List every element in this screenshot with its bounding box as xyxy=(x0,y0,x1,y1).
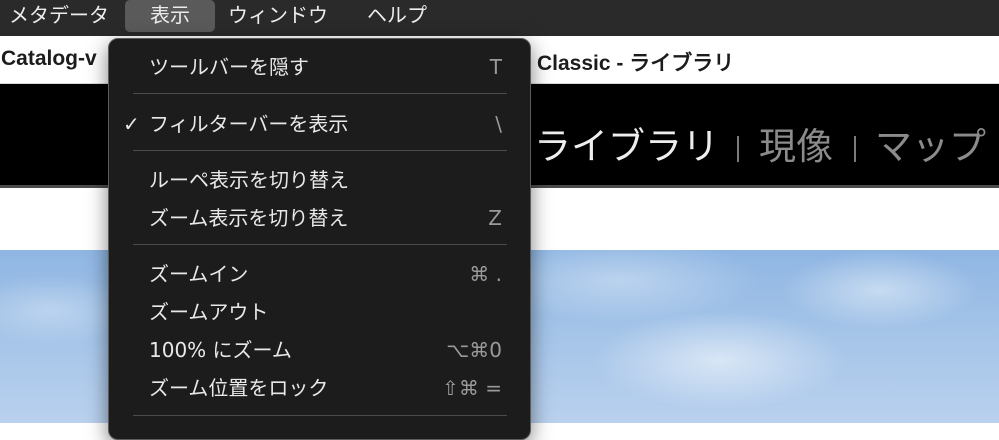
module-separator xyxy=(854,136,856,162)
menu-item-shortcut: \ xyxy=(495,112,502,136)
menu-item-label: ルーペ表示を切り替え xyxy=(149,168,349,192)
menubar-item-window[interactable]: ウィンドウ xyxy=(228,0,328,32)
menu-item-toggle-loupe[interactable]: ルーペ表示を切り替え xyxy=(109,163,528,197)
module-separator xyxy=(737,136,739,162)
menu-item-shortcut: ⌘ . xyxy=(469,262,502,286)
menu-item-zoom-out[interactable]: ズームアウト xyxy=(109,295,528,329)
menu-item-label: ツールバーを隠す xyxy=(149,55,309,79)
menubar-item-view[interactable]: 表示 xyxy=(125,0,215,32)
menu-separator xyxy=(133,150,507,151)
window-title-left: Catalog-v xyxy=(1,47,97,70)
menu-item-shortcut: ⇧⌘ = xyxy=(442,376,502,400)
menu-item-zoom-100[interactable]: 100% にズーム ⌥⌘0 xyxy=(109,333,528,367)
menu-item-show-filter-bar[interactable]: ✓ フィルターバーを表示 \ xyxy=(109,107,528,141)
menu-item-lock-zoom-position[interactable]: ズーム位置をロック ⇧⌘ = xyxy=(109,371,528,405)
menu-bar: メタデータ 表示 ウィンドウ ヘルプ xyxy=(0,0,999,36)
menubar-item-metadata[interactable]: メタデータ xyxy=(9,0,109,32)
menu-item-toggle-zoom[interactable]: ズーム表示を切り替え Z xyxy=(109,201,528,235)
menu-item-label: 100% にズーム xyxy=(149,338,292,362)
module-library[interactable]: ライブラリ xyxy=(534,125,719,169)
menu-item-label: ズームイン xyxy=(149,262,249,286)
menu-item-label: ズーム表示を切り替え xyxy=(149,206,349,230)
window-title-right: Classic - ライブラリ xyxy=(537,52,735,75)
menu-item-label: ズームアウト xyxy=(149,300,269,324)
menu-separator xyxy=(133,244,507,245)
menu-item-shortcut: ⌥⌘0 xyxy=(446,338,502,362)
module-develop[interactable]: 現像 xyxy=(759,125,833,169)
menu-separator xyxy=(133,93,507,94)
menu-item-label: フィルターバーを表示 xyxy=(149,112,349,136)
view-menu-dropdown: ツールバーを隠す T ✓ フィルターバーを表示 \ ルーペ表示を切り替え ズーム… xyxy=(108,38,531,440)
menu-item-shortcut: Z xyxy=(488,206,502,230)
menu-item-label: ズーム位置をロック xyxy=(149,376,329,400)
module-map[interactable]: マップ xyxy=(875,125,986,169)
menu-item-zoom-in[interactable]: ズームイン ⌘ . xyxy=(109,257,528,291)
menubar-item-help[interactable]: ヘルプ xyxy=(367,0,427,32)
menu-item-shortcut: T xyxy=(489,55,502,79)
menu-separator xyxy=(133,415,507,416)
menu-item-hide-toolbar[interactable]: ツールバーを隠す T xyxy=(109,50,528,84)
checkmark-icon: ✓ xyxy=(123,112,140,136)
